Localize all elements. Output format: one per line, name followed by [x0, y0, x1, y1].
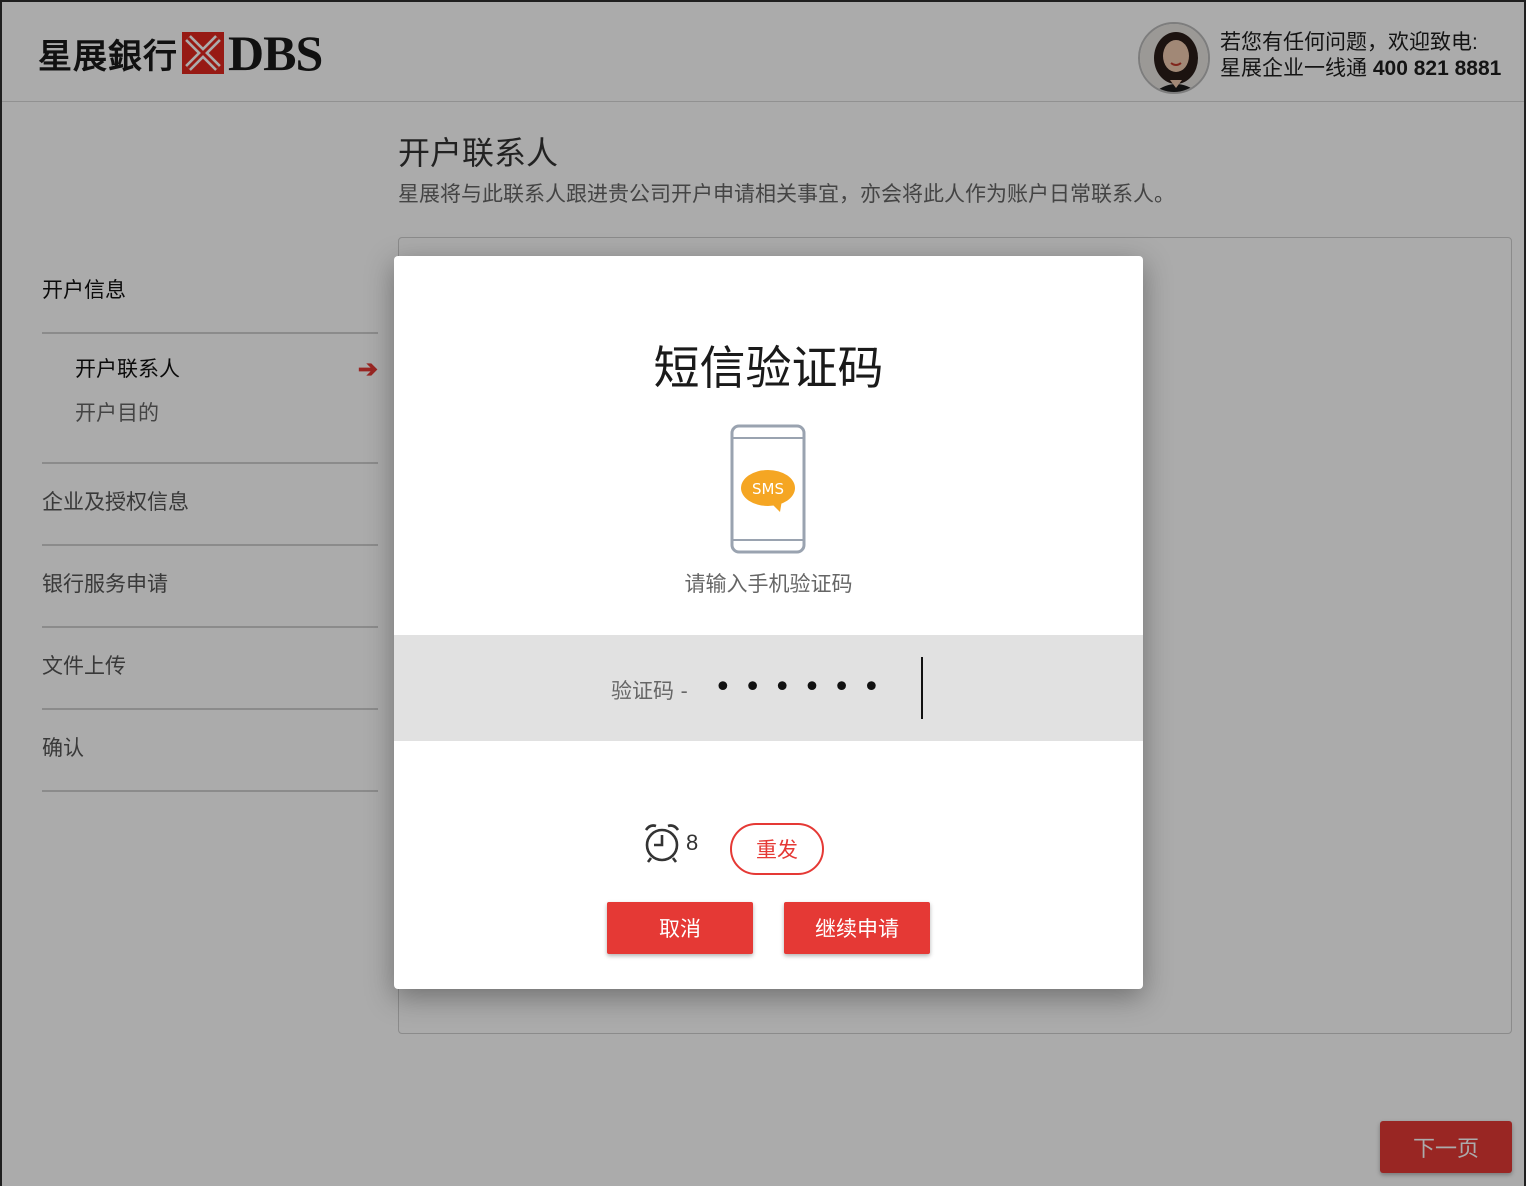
text-caret	[921, 657, 923, 719]
cancel-button[interactable]: 取消	[607, 902, 753, 954]
sms-badge-text: SMS	[752, 480, 784, 498]
code-entry-band: 验证码 - ••••••	[394, 635, 1143, 741]
app-frame: 星展銀行 DBS 若您有任何问题，欢迎致电: 星展企业一线通 400 821 8…	[0, 0, 1526, 1186]
countdown-timer: 8	[642, 822, 698, 864]
resend-button[interactable]: 重发	[730, 823, 824, 875]
continue-button[interactable]: 继续申请	[784, 902, 930, 954]
dialog-prompt: 请输入手机验证码	[684, 572, 853, 596]
timer-count: 8	[686, 830, 699, 855]
phone-sms-icon: SMS	[730, 424, 806, 554]
alarm-clock-icon	[644, 824, 680, 863]
sms-verification-dialog: 短信验证码 SMS 请输入手机验证码 验证码 - •••••• 8 重发 取消 …	[394, 256, 1143, 989]
verification-code-input[interactable]: ••••••	[714, 657, 924, 719]
code-label: 验证码 -	[611, 679, 688, 703]
dialog-title: 短信验证码	[653, 341, 884, 395]
